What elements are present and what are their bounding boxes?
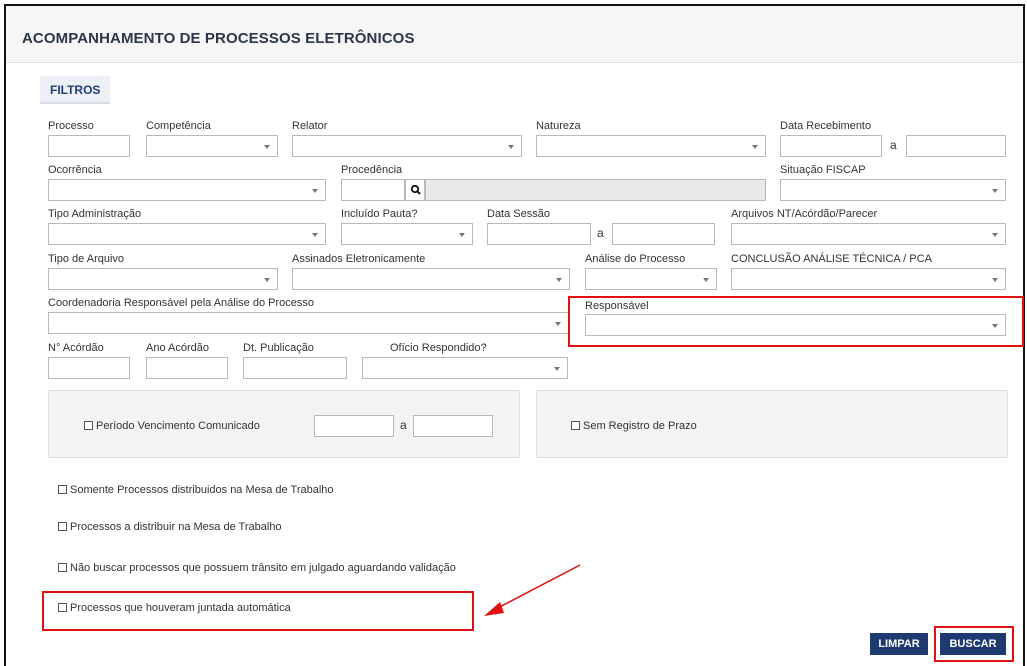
label-ano-acordao: Ano Acórdão <box>146 342 209 354</box>
data-sessao-inicio-input[interactable] <box>487 223 591 245</box>
juntada-automatica-label: Processos que houveram juntada automátic… <box>70 602 291 614</box>
page-title: ACOMPANHAMENTO DE PROCESSOS ELETRÔNICOS <box>22 30 415 47</box>
annotation-arrow-icon <box>484 564 581 616</box>
responsavel-select[interactable] <box>585 314 1006 336</box>
label-data-sessao: Data Sessão <box>487 208 550 220</box>
range-separator: a <box>400 418 407 432</box>
processo-input[interactable] <box>48 135 130 157</box>
label-competencia: Competência <box>146 120 211 132</box>
data-recebimento-fim-input[interactable] <box>906 135 1006 157</box>
data-recebimento-inicio-input[interactable] <box>780 135 882 157</box>
range-separator: a <box>890 138 897 152</box>
sem-registro-prazo-checkbox[interactable]: Sem Registro de Prazo <box>571 420 697 432</box>
range-separator: a <box>597 226 604 240</box>
periodo-vencimento-inicio-input[interactable] <box>314 415 394 437</box>
assinados-select[interactable] <box>292 268 570 290</box>
tipo-arquivo-select[interactable] <box>48 268 278 290</box>
somente-mesa-checkbox[interactable]: Somente Processos distribuidos na Mesa d… <box>58 484 334 496</box>
limpar-button[interactable]: LIMPAR <box>870 633 928 655</box>
label-responsavel: Responsável <box>585 300 649 312</box>
tab-label: FILTROS <box>50 83 101 97</box>
label-arquivos: Arquivos NT/Acórdão/Parecer <box>731 208 878 220</box>
checkbox-box[interactable] <box>571 421 580 430</box>
natureza-select[interactable] <box>536 135 766 157</box>
procedencia-code-input[interactable] <box>341 179 405 201</box>
checkbox-box[interactable] <box>58 522 67 531</box>
coordenadoria-select[interactable] <box>48 312 569 334</box>
nao-buscar-transito-label: Não buscar processos que possuem trânsit… <box>70 562 456 574</box>
label-data-recebimento: Data Recebimento <box>780 120 872 132</box>
checkbox-box[interactable] <box>58 563 67 572</box>
label-processo: Processo <box>48 120 94 132</box>
nao-buscar-transito-checkbox[interactable]: Não buscar processos que possuem trânsit… <box>58 562 456 574</box>
periodo-vencimento-checkbox[interactable]: Período Vencimento Comunicado <box>84 420 260 432</box>
label-tipo-arquivo: Tipo de Arquivo <box>48 253 125 265</box>
label-relator: Relator <box>292 120 328 132</box>
procedencia-description-field <box>425 179 766 201</box>
data-sessao-fim-input[interactable] <box>612 223 715 245</box>
checkbox-box[interactable] <box>58 485 67 494</box>
label-dt-publicacao: Dt. Publicação <box>243 342 314 354</box>
checkbox-box[interactable] <box>58 603 67 612</box>
label-natureza: Natureza <box>536 120 581 132</box>
label-analise-processo: Análise do Processo <box>585 253 686 265</box>
checkbox-box[interactable] <box>84 421 93 430</box>
label-conclusao: CONCLUSÃO ANÁLISE TÉCNICA / PCA <box>731 253 932 265</box>
conclusao-select[interactable] <box>731 268 1006 290</box>
procedencia-search-button[interactable] <box>405 179 425 201</box>
label-situacao-fiscap: Situação FISCAP <box>780 164 866 176</box>
tab-filtros[interactable]: FILTROS <box>40 76 110 104</box>
label-incluido-pauta: Incluído Pauta? <box>341 208 418 220</box>
label-tipo-administracao: Tipo Administração <box>48 208 142 220</box>
juntada-automatica-checkbox[interactable]: Processos que houveram juntada automátic… <box>58 602 291 614</box>
buscar-button[interactable]: BUSCAR <box>940 633 1006 655</box>
incluido-pauta-select[interactable] <box>341 223 473 245</box>
analise-processo-select[interactable] <box>585 268 717 290</box>
a-distribuir-checkbox[interactable]: Processos a distribuir na Mesa de Trabal… <box>58 521 282 533</box>
competencia-select[interactable] <box>146 135 278 157</box>
a-distribuir-label: Processos a distribuir na Mesa de Trabal… <box>70 521 282 533</box>
relator-select[interactable] <box>292 135 522 157</box>
label-oficio-respondido: Ofício Respondido? <box>390 342 487 354</box>
periodo-vencimento-fim-input[interactable] <box>413 415 493 437</box>
tipo-administracao-select[interactable] <box>48 223 326 245</box>
label-n-acordao: N° Acórdão <box>48 342 104 354</box>
ocorrencia-select[interactable] <box>48 179 326 201</box>
ano-acordao-input[interactable] <box>146 357 228 379</box>
sem-registro-prazo-label: Sem Registro de Prazo <box>583 420 697 432</box>
dt-publicacao-input[interactable] <box>243 357 347 379</box>
label-ocorrencia: Ocorrência <box>48 164 102 176</box>
label-coordenadoria: Coordenadoria Responsável pela Análise d… <box>48 297 315 309</box>
somente-mesa-label: Somente Processos distribuidos na Mesa d… <box>70 484 334 496</box>
label-procedencia: Procedência <box>341 164 403 176</box>
n-acordao-input[interactable] <box>48 357 130 379</box>
oficio-respondido-select[interactable] <box>362 357 568 379</box>
label-assinados: Assinados Eletronicamente <box>292 253 426 265</box>
magnifier-icon <box>410 184 421 195</box>
arquivos-select[interactable] <box>731 223 1006 245</box>
situacao-fiscap-select[interactable] <box>780 179 1006 201</box>
periodo-vencimento-label: Período Vencimento Comunicado <box>96 420 260 432</box>
